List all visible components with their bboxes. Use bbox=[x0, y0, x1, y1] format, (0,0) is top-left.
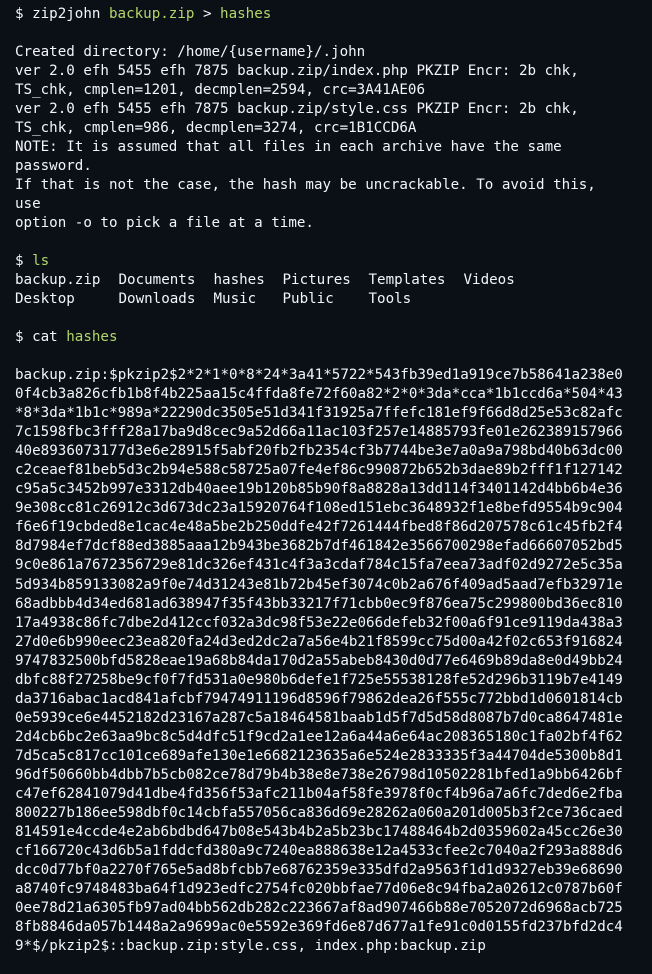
prompt-symbol: $ bbox=[15, 6, 24, 22]
ls-entry: Desktop bbox=[15, 291, 75, 307]
command-argument-file: hashes bbox=[66, 329, 118, 345]
hash-output-line: *8*3da*1b1c*989a*22290dc3505e51d341f3192… bbox=[15, 405, 623, 422]
hash-output-line: 8fb8846da057b1448a2a9699ac0e5592e369fd6e… bbox=[15, 919, 623, 936]
ls-entry: Tools bbox=[368, 291, 412, 307]
prompt-symbol: $ bbox=[15, 329, 24, 345]
hash-output-line: 814591e4ccde4e2ab6bdbd647b08e543b4b2a5b2… bbox=[15, 824, 623, 841]
command-argument-file: backup.zip bbox=[108, 6, 195, 22]
output-line: ver 2.0 efh 5455 efh 7875 backup.zip/sty… bbox=[15, 101, 579, 117]
redirect-operator: > bbox=[202, 6, 212, 22]
zip2john-output: Created directory: /home/{username}/.joh… bbox=[15, 43, 637, 233]
hash-output-line: c2ceaef81beb5d3c2b94e588c58725a07fe4ef86… bbox=[15, 462, 623, 479]
hash-output-line: a8740fc9748483ba64f1d923edfc2754fc020bbf… bbox=[15, 881, 623, 898]
hash-output-line: 800227b186ee598dbf0c14cbfa557056ca836d69… bbox=[15, 805, 623, 822]
hash-output-line: c95a5c3452b997e3312db40aee19b120b85b90f8… bbox=[15, 481, 623, 498]
ls-entry: backup.zip bbox=[15, 272, 101, 288]
command-name: cat bbox=[32, 329, 58, 345]
hash-output-line: da3716abac1acd841afcbf79474911196d8596f7… bbox=[15, 690, 623, 707]
ls-entry: hashes bbox=[213, 272, 265, 288]
hash-output-line: 0f4cb3a826cfb1b8f4b225aa15c4ffda8fe72f60… bbox=[15, 386, 623, 403]
hash-output-line: 7c1598fbc3fff28a17ba9d8cec9a52d66a11ac10… bbox=[15, 424, 623, 441]
ls-entry: Videos bbox=[463, 272, 515, 288]
hash-output-line: 9*$/pkzip2$::backup.zip:style.css, index… bbox=[15, 938, 486, 955]
output-line: TS_chk, cmplen=986, decmplen=3274, crc=1… bbox=[15, 120, 417, 136]
hash-output-line: 17a4938c86fc7dbe2d412ccf032a3dc98f53e22e… bbox=[15, 614, 623, 631]
ls-output: backup.zip Documents hashes Pictures Templat… bbox=[15, 271, 637, 309]
hash-output-line: 0e5939ce6e4452182d23167a287c5a18464581ba… bbox=[15, 709, 623, 726]
ls-entry: Pictures bbox=[282, 272, 351, 288]
hash-output: backup.zip:$pkzip2$2*2*1*0*8*24*3a41*572… bbox=[15, 366, 637, 956]
hash-output-line: 9747832500bfd5828eae19a68b84da170d2a55ab… bbox=[15, 652, 623, 669]
hash-output-line: 9e308cc81c26912c3d673dc23a15920764f108ed… bbox=[15, 500, 623, 517]
hash-output-line: 9c0e861a7672356729e81dc326ef431c4f3a3cda… bbox=[15, 557, 623, 574]
hash-output-line: 0ee78d21a6305fb97ad04bb562db282c223667af… bbox=[15, 900, 623, 917]
hash-output-line: cf166720c43d6b5a1fddcfd380a9c7240ea88863… bbox=[15, 843, 623, 860]
hash-output-line: 40e8936073177d3e6e28915f5abf20fb2fb2354c… bbox=[15, 443, 623, 460]
command-line-cat: $ cat hashes bbox=[15, 328, 637, 347]
ls-entry: Music bbox=[213, 291, 257, 307]
hash-output-line: 7d5ca5c817cc101ce689afe130e1e6682123635a… bbox=[15, 747, 623, 764]
output-line: option -o to pick a file at a time. bbox=[15, 215, 314, 231]
output-line: ver 2.0 efh 5455 efh 7875 backup.zip/ind… bbox=[15, 63, 579, 79]
hash-output-line: f6e6f19cbded8e1cac4e48a5be2b250ddfe42f72… bbox=[15, 519, 623, 536]
hash-output-line: 96df50660bb4dbb7b5cb082ce78d79b4b38e8e73… bbox=[15, 766, 623, 783]
ls-row-1: backup.zip Documents hashes Pictures Templat… bbox=[15, 271, 637, 290]
hash-output-line: 8d7984ef7dcf88ed3885aaa12b943be3682b7df4… bbox=[15, 538, 623, 555]
terminal-window[interactable]: $ zip2john backup.zip > hashes Created d… bbox=[0, 0, 652, 974]
hash-output-line: 68adbbb4d34ed681ad638947f35f43bb33217f71… bbox=[15, 595, 623, 612]
ls-entry: Public bbox=[282, 291, 334, 307]
hash-output-line: dbfc88f27258be9cf0f7fd531a0e980b6defe1f7… bbox=[15, 671, 623, 688]
hash-output-line: 2d4cb6bc2e63aa9bc8c5d4dfc51f9cd2a1ee12a6… bbox=[15, 728, 623, 745]
hash-output-line: backup.zip:$pkzip2$2*2*1*0*8*24*3a41*572… bbox=[15, 367, 623, 383]
output-line: If that is not the case, the hash may be… bbox=[15, 177, 596, 193]
hash-output-line: c47ef62841079d41dbe4fd356f53afc211b04af5… bbox=[15, 786, 623, 803]
hash-output-line: dcc0d77bf0a2270f765e5ad8bfcbb7e68762359e… bbox=[15, 862, 623, 879]
command-line-zip2john: $ zip2john backup.zip > hashes bbox=[15, 5, 637, 24]
command-line-ls: $ ls bbox=[15, 252, 637, 271]
ls-entry: Documents bbox=[118, 272, 196, 288]
command-argument-output: hashes bbox=[220, 6, 272, 22]
ls-entry: Downloads bbox=[118, 291, 196, 307]
output-line: use bbox=[15, 196, 41, 212]
output-line: password. bbox=[15, 158, 92, 174]
command-name: ls bbox=[32, 253, 50, 269]
prompt-symbol: $ bbox=[15, 253, 24, 269]
output-line: NOTE: It is assumed that all files in ea… bbox=[15, 139, 562, 155]
command-name: zip2john bbox=[32, 6, 101, 22]
ls-entry: Templates bbox=[368, 272, 446, 288]
output-line: Created directory: /home/{username}/.joh… bbox=[15, 44, 366, 60]
hash-output-line: 5d934b859133082a9f0e74d31243e81b72b45ef3… bbox=[15, 576, 623, 593]
output-line: TS_chk, cmplen=1201, decmplen=2594, crc=… bbox=[15, 82, 425, 98]
hash-output-line: 27d0e6b990eec23ea820fa24d3ed2dc2a7a56e4b… bbox=[15, 633, 623, 650]
ls-row-2: Desktop Downloads Music Public Tools bbox=[15, 290, 637, 309]
